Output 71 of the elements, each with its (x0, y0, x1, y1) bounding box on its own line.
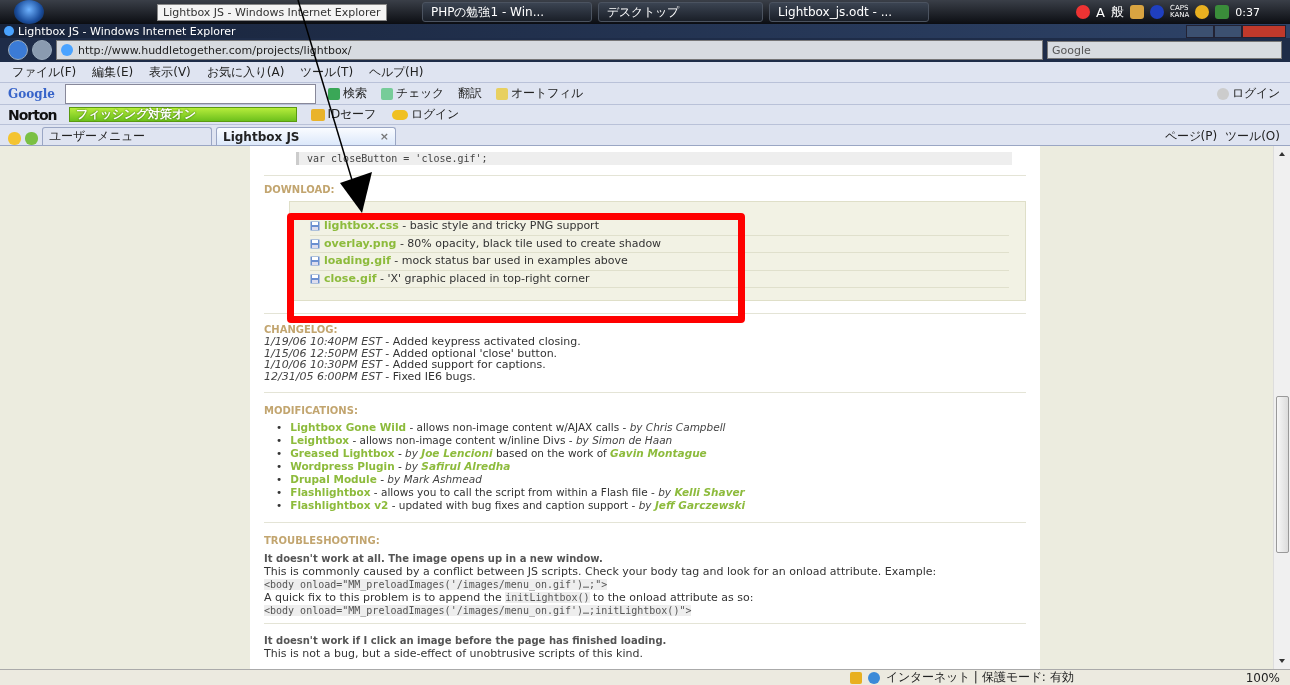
changelog-entry: 12/31/05 6:00PM EST - Fixed IE6 bugs. (264, 370, 477, 382)
check-button[interactable]: チェック (378, 85, 446, 102)
download-item: loading.gif - mock status bar used in examples above (324, 255, 628, 268)
modification-item: Flashlightbox - allows you to call the script from within a Flash file - by Kelli Shaver (290, 486, 746, 499)
download-item: overlay.png - 80% opacity, black tile used to create shadow (324, 237, 662, 250)
login-button[interactable]: ログイン (1215, 85, 1282, 102)
menu-item[interactable]: お気に入り(A) (202, 63, 289, 81)
google-search-field[interactable] (64, 83, 316, 104)
close-button[interactable] (1242, 24, 1286, 38)
modification-item: Leightbox - allows non-image content w/inline Divs - by Simon de Haan (290, 434, 674, 447)
forward-button[interactable] (32, 40, 52, 60)
section-heading: DOWNLOAD: (264, 184, 336, 195)
page-menu-button[interactable]: ページ(P) (1162, 128, 1220, 145)
taskbar-button[interactable]: Lightbox_js.odt - ... (769, 2, 929, 22)
zone-status: インターネット | 保護モード: 有効 (886, 669, 1074, 685)
minimize-button[interactable] (1186, 24, 1214, 38)
tools-menu-button[interactable]: ツール(O) (1223, 128, 1282, 145)
search-button[interactable]: 検索 (325, 85, 369, 102)
floppy-icon (310, 238, 320, 249)
section-heading: MODIFICATIONS: (264, 405, 359, 416)
floppy-icon (310, 256, 320, 267)
taskbar-button[interactable]: PHPの勉強1 - Win... (422, 2, 592, 22)
google-logo: Google (8, 86, 55, 101)
changelog-entry: 1/15/06 12:50PM EST - Added optional 'close' button. (264, 347, 558, 359)
question-text: It doesn't work if I click an image before the page has finished loading. (264, 634, 668, 647)
window-title: Lightbox JS - Windows Internet Explorer (18, 24, 236, 38)
menu-item[interactable]: 表示(V) (145, 63, 195, 81)
menu-item[interactable]: ファイル(F) (8, 63, 81, 81)
back-button[interactable] (8, 40, 28, 60)
question-text: It doesn't work at all. The image opens up in a new window. (264, 552, 604, 565)
browser-tab[interactable]: ユーザーメニュー (42, 127, 212, 145)
section-heading: TROUBLESHOOTING: (264, 535, 381, 546)
bullet: • (276, 486, 283, 499)
maximize-button[interactable] (1214, 24, 1242, 38)
bullet: • (276, 434, 283, 447)
browser-tab[interactable]: Lightbox JS × (216, 127, 396, 145)
bullet: • (276, 447, 283, 460)
changelog-entry: 1/19/06 10:40PM EST - Added keypress activated closing. (264, 336, 582, 348)
modification-item: Lightbox Gone Wild - allows non-image content w/AJAX calls - by Chris Campbell (290, 421, 727, 434)
norton-logo: Norton (8, 106, 57, 123)
bullet: • (276, 473, 283, 486)
clock: 0:37 (1235, 5, 1260, 19)
bullet: • (276, 499, 283, 512)
ime-indicator[interactable]: 般 (1111, 3, 1124, 21)
login-button[interactable]: ログイン (390, 106, 462, 123)
section-heading: CHANGELOG: (264, 324, 339, 335)
download-item: lightbox.css - basic style and tricky PNG support (324, 220, 599, 233)
translate-button[interactable]: 翻訳 (455, 85, 484, 102)
zoom-button[interactable]: 100% (1245, 670, 1280, 685)
paragraph: A quick fix to this problem is to append the initLightbox() to the onload attribute as so: (264, 591, 755, 604)
tray-icon[interactable] (1195, 5, 1210, 19)
ime-indicator[interactable]: A (1096, 4, 1105, 20)
menu-item[interactable]: ヘルプ(H) (365, 63, 428, 81)
start-button[interactable] (14, 0, 44, 24)
bullet: • (276, 421, 283, 434)
autofill-button[interactable]: オートフィル (493, 85, 585, 102)
download-item: close.gif - 'X' graphic placed in top-right corner (324, 272, 590, 285)
paragraph: This is commonly caused by a conflict between JS scripts. Check your body tag and look for an onload attribute. Example: (264, 565, 938, 578)
tab-close-button[interactable]: × (379, 130, 389, 143)
modification-item: Wordpress Plugin - by Safirul Alredha (290, 460, 512, 473)
search-field[interactable]: Google (1047, 41, 1282, 59)
menu-item[interactable]: 編集(E) (88, 63, 138, 81)
floppy-icon (310, 273, 320, 284)
paragraph: This is not a bug, but a side-effect of unobtrusive scripts of this kind. (264, 647, 644, 660)
floppy-icon (310, 221, 320, 232)
taskbar-button[interactable]: デスクトップ (598, 2, 763, 22)
bullet: • (276, 460, 283, 473)
modification-item: Drupal Module - by Mark Ashmead (290, 473, 483, 486)
changelog-entry: 1/10/06 10:30PM EST - Added support for captions. (264, 359, 547, 371)
tray-icon[interactable] (1076, 5, 1091, 19)
scrollbar[interactable] (1273, 146, 1290, 669)
